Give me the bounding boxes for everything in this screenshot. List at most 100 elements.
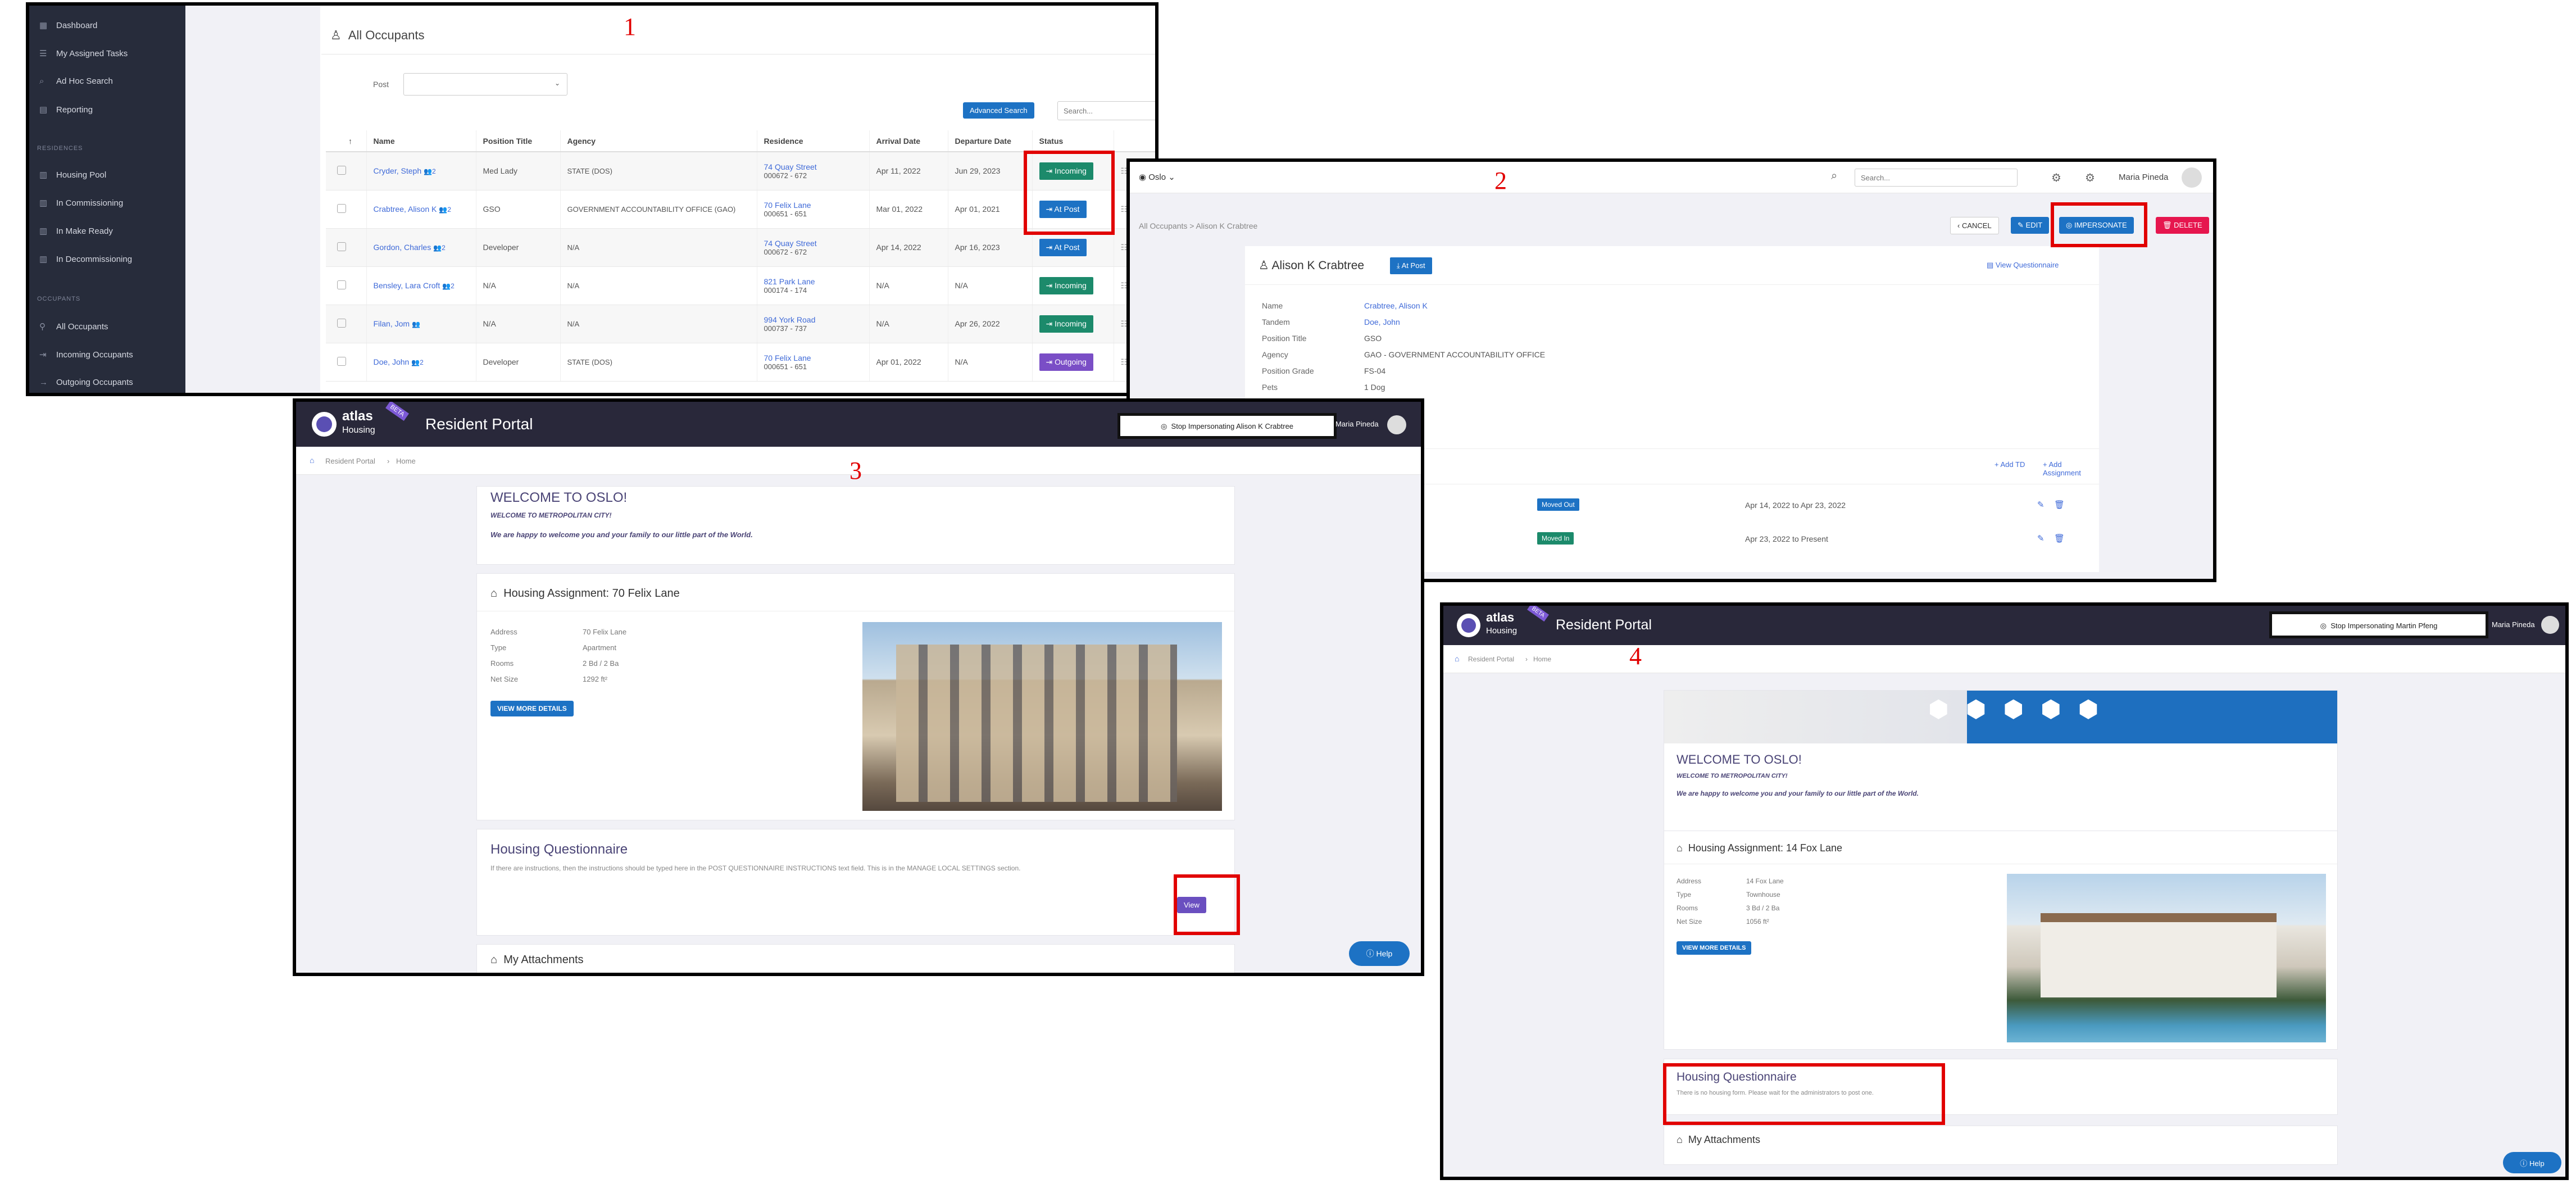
avatar[interactable] — [2541, 616, 2559, 634]
add-td-link[interactable]: + Add TD — [1995, 460, 2025, 469]
field-value: FS-04 — [1364, 366, 1386, 375]
table-row[interactable]: Doe, John 👥2 Developer STATE (DOS) 70 Felix… — [326, 343, 1155, 382]
sort-icon[interactable]: ↑ — [326, 130, 367, 152]
sidebar-item-reporting[interactable]: ▤ Reporting — [39, 105, 93, 115]
table-row[interactable]: Bensley, Lara Croft 👥2 N/A N/A 821 Park Lan… — [326, 266, 1155, 305]
breadcrumb-separator: › — [387, 457, 390, 465]
view-questionnaire-link[interactable]: ▤ View Questionnaire — [1987, 261, 2059, 270]
user-name[interactable]: Maria Pineda — [2492, 620, 2535, 629]
sidebar-item-in-make-ready[interactable]: ▥ In Make Ready — [39, 226, 113, 236]
delete-button[interactable]: 🗑 DELETE — [2156, 217, 2209, 234]
resident-portal-screen-1: atlas Housing BETA Resident Portal ◎ Sto… — [293, 398, 1424, 976]
avatar[interactable] — [2182, 167, 2202, 188]
avatar[interactable] — [1387, 415, 1406, 434]
stop-impersonating-button[interactable]: ◎ Stop Impersonating Martin Pfeng — [2269, 611, 2488, 638]
user-name[interactable]: Maria Pineda — [2119, 173, 2168, 182]
occupant-name-link[interactable]: Filan, Jom — [374, 319, 410, 328]
field-value[interactable]: Doe, John — [1364, 317, 1400, 326]
add-assignment-link[interactable]: + Add Assignment — [2043, 460, 2099, 477]
questionnaire-instructions: If there are instructions, then the inst… — [490, 864, 1021, 872]
help-button[interactable]: ⓘ Help — [1349, 941, 1410, 966]
row-checkbox[interactable] — [337, 318, 346, 328]
cancel-button[interactable]: ‹ CANCEL — [1950, 217, 1999, 234]
logo-subtext: Housing — [342, 425, 375, 435]
row-checkbox[interactable] — [337, 280, 346, 289]
advanced-search-button[interactable]: Advanced Search — [963, 102, 1034, 119]
table-row[interactable]: Filan, Jom 👥 N/A N/A 994 York Road 000737 - … — [326, 305, 1155, 343]
sidebar-item-all-occupants[interactable]: ⚲ All Occupants — [39, 321, 108, 332]
atlas-logo-icon — [1457, 614, 1480, 637]
home-icon[interactable]: ⌂ — [1455, 654, 1459, 663]
edit-icon[interactable]: ✎ — [2037, 500, 2045, 510]
home-icon[interactable]: ⌂ — [310, 456, 314, 465]
header-arrival-date[interactable]: Arrival Date — [869, 130, 948, 152]
trash-icon[interactable]: 🗑 — [2054, 500, 2065, 510]
tandem-people-icon: 👥 — [439, 206, 448, 214]
beta-badge: BETA — [1527, 606, 1550, 622]
occupant-name-link[interactable]: Crabtree, Alison K — [374, 205, 437, 214]
occupant-name-link[interactable]: Doe, John — [374, 357, 410, 366]
breadcrumb-portal[interactable]: Resident Portal — [325, 457, 375, 465]
agency: STATE (DOS) — [560, 343, 757, 382]
row-checkbox[interactable] — [337, 356, 346, 366]
stop-impersonating-button[interactable]: ◎ Stop Impersonating Alison K Crabtree — [1117, 413, 1337, 439]
sidebar-item-outgoing-occupants[interactable]: → Outgoing Occupants — [39, 378, 133, 387]
arrival-date: Apr 01, 2022 — [869, 343, 948, 382]
breadcrumb-portal[interactable]: Resident Portal — [1468, 655, 1514, 663]
residence-link[interactable]: 70 Felix Lane — [764, 201, 869, 210]
sidebar-item-housing-pool[interactable]: ▥ Housing Pool — [39, 170, 106, 180]
settings-search-icon[interactable]: ⚙ — [2051, 171, 2061, 185]
tandem-count: 2 — [451, 282, 455, 290]
assignment-date-range: Apr 14, 2022 to Apr 23, 2022 — [1745, 501, 1846, 510]
sidebar-item-incoming-occupants[interactable]: ⇥ Incoming Occupants — [39, 350, 133, 360]
tandem-count: 2 — [431, 167, 436, 176]
trash-icon[interactable]: 🗑 — [2054, 533, 2065, 543]
plus-icon: + — [1995, 460, 1999, 469]
position-title: N/A — [476, 266, 561, 305]
header-agency[interactable]: Agency — [560, 130, 757, 152]
sidebar-item-in-decommissioning[interactable]: ▥ In Decommissioning — [39, 254, 132, 264]
row-checkbox[interactable] — [337, 165, 346, 175]
occupant-name-link[interactable]: Gordon, Charles — [374, 243, 431, 252]
header-position-title[interactable]: Position Title — [476, 130, 561, 152]
gears-icon[interactable]: ⚙ — [2085, 171, 2095, 185]
dashboard-icon: ▦ — [39, 21, 48, 30]
residence-link[interactable]: 74 Quay Street — [764, 162, 869, 171]
departure-date: Apr 26, 2022 — [948, 305, 1033, 343]
detail-value: 70 Felix Lane — [583, 628, 627, 636]
residence-link[interactable]: 994 York Road — [764, 315, 869, 324]
building-icon: ▥ — [39, 170, 48, 180]
field-value[interactable]: Crabtree, Alison K — [1364, 301, 1428, 310]
header-name[interactable]: Name — [366, 130, 476, 152]
occupant-name-link[interactable]: Cryder, Steph — [374, 166, 422, 175]
residence-link[interactable]: 70 Felix Lane — [764, 353, 869, 362]
row-checkbox[interactable] — [337, 242, 346, 251]
sidebar-item-adhoc-search[interactable]: ⌕ Ad Hoc Search — [39, 76, 113, 86]
agency: N/A — [560, 305, 757, 343]
residence-link[interactable]: 821 Park Lane — [764, 277, 869, 286]
view-more-details-button[interactable]: VIEW MORE DETAILS — [490, 701, 574, 716]
location-select[interactable]: ◉ Oslo ⌄ — [1139, 172, 1175, 182]
row-checkbox[interactable] — [337, 203, 346, 213]
header-departure-date[interactable]: Departure Date — [948, 130, 1033, 152]
residence-code: 000174 - 174 — [764, 285, 807, 294]
sidebar-item-tasks[interactable]: ☰ My Assigned Tasks — [39, 48, 128, 58]
search-input[interactable] — [1057, 101, 1155, 120]
header-residence[interactable]: Residence — [757, 130, 870, 152]
user-name[interactable]: Maria Pineda — [1335, 420, 1379, 428]
edit-button[interactable]: ✎ EDIT — [2011, 217, 2050, 234]
residence-link[interactable]: 74 Quay Street — [764, 239, 869, 248]
post-select[interactable]: ⌄ — [403, 73, 567, 96]
sidebar-item-in-commissioning[interactable]: ▥ In Commissioning — [39, 198, 123, 208]
occupant-name-link[interactable]: Bensley, Lara Croft — [374, 281, 440, 290]
view-more-details-button[interactable]: VIEW MORE DETAILS — [1677, 941, 1752, 955]
field-label: Name — [1262, 301, 1283, 310]
help-button[interactable]: ⓘ Help — [2503, 1152, 2561, 1173]
edit-icon[interactable]: ✎ — [2037, 533, 2045, 543]
search-input[interactable] — [1855, 169, 2018, 187]
mask-icon: ◎ — [2320, 622, 2327, 630]
sidebar-section-residences: RESIDENCES — [37, 145, 83, 152]
header-status[interactable]: Status — [1032, 130, 1114, 152]
search-icon[interactable]: ⌕ — [1831, 170, 1837, 183]
sidebar-item-dashboard[interactable]: ▦ Dashboard — [39, 20, 97, 30]
